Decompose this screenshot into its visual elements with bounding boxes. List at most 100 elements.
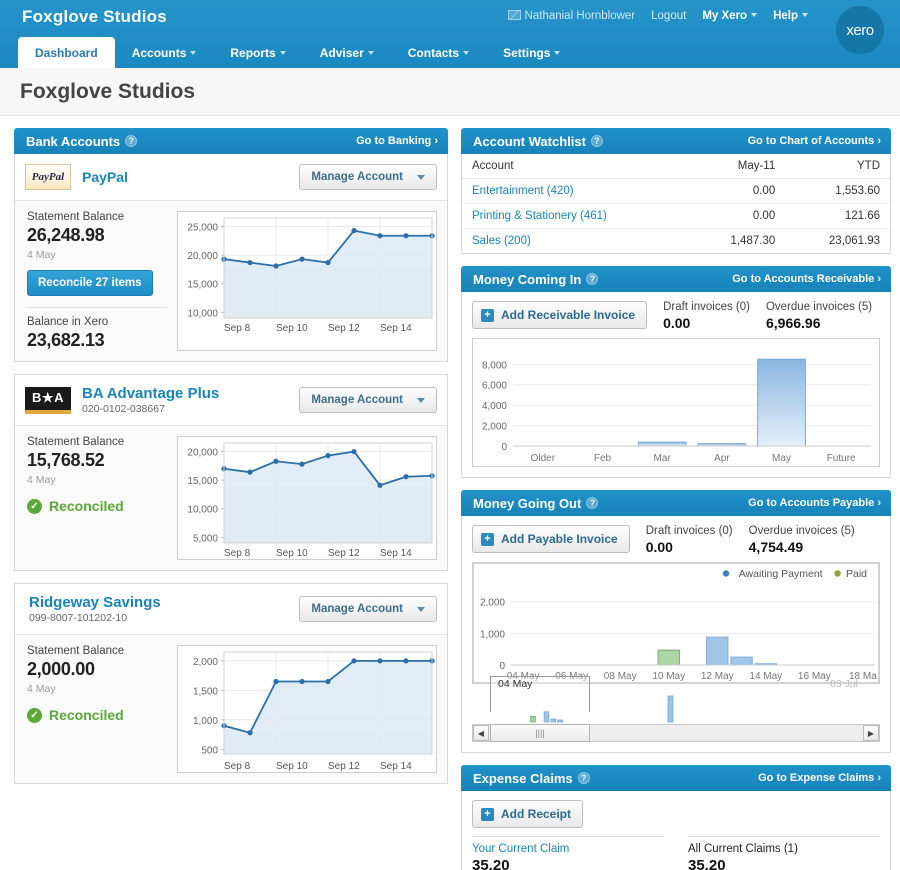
svg-text:2,000: 2,000 [193, 657, 218, 668]
tab-adviser[interactable]: Adviser [303, 37, 391, 68]
tab-reports[interactable]: Reports [213, 37, 302, 68]
top-bar: Foxglove Studios Nathanial Hornblower Lo… [0, 0, 900, 68]
statement-balance-label: Statement Balance [27, 645, 125, 657]
money-going-out-range-scroller[interactable]: 04 May 03 Jul ◀ ▶ |||| [472, 676, 880, 742]
expense-claims-actions: + Add Receipt [462, 791, 890, 836]
all-current-claims-label: All Current Claims (1) [688, 843, 798, 855]
column-header-ytd: YTD [785, 154, 890, 179]
dashboard-content: Bank Accounts ? Go to Banking › PayPal P… [0, 116, 900, 870]
go-to-banking-link[interactable]: Go to Banking › [356, 135, 438, 147]
bank-accounts-panel-header: Bank Accounts ? Go to Banking › [14, 128, 448, 154]
user-info: Nathanial Hornblower [507, 10, 636, 22]
left-column: Bank Accounts ? Go to Banking › PayPal P… [14, 128, 448, 870]
tab-dashboard[interactable]: Dashboard [18, 37, 115, 68]
add-receivable-invoice-button[interactable]: + Add Receivable Invoice [472, 301, 648, 329]
brand-title: Foxglove Studios [22, 7, 167, 26]
svg-text:16 May: 16 May [798, 671, 831, 682]
svg-text:0: 0 [499, 661, 505, 672]
scrollbar-thumb[interactable]: |||| [490, 724, 590, 742]
tab-settings[interactable]: Settings [486, 37, 577, 68]
your-current-claim-label[interactable]: Your Current Claim [472, 843, 664, 855]
money-coming-in-panel: Money Coming In ? Go to Accounts Receiva… [461, 266, 891, 478]
statement-balance-date: 4 May [27, 683, 56, 695]
help-icon[interactable]: ? [577, 772, 590, 784]
ba-advantage-sparkline-chart: 5,000 10,000 15,000 20,000 Sep 8 Sep 10 Sep 12… [177, 436, 437, 560]
statement-balance-date: 4 May [27, 474, 56, 486]
chevron-down-icon [802, 13, 808, 17]
svg-text:0: 0 [501, 442, 507, 453]
draft-invoices-stat: Draft invoices (0) 0.00 [663, 301, 750, 331]
watchlist-ytd-value: 1,553.60 [785, 178, 890, 204]
chevron-down-icon [751, 13, 758, 17]
chevron-down-icon [279, 51, 286, 55]
paypal-logo-icon: PayPal [25, 164, 71, 190]
tab-accounts[interactable]: Accounts [115, 37, 214, 68]
add-receipt-button[interactable]: + Add Receipt [472, 800, 584, 828]
help-icon[interactable]: ? [590, 135, 603, 147]
range-start-label: 04 May [498, 678, 533, 690]
bank-card-header: PayPal PayPal Manage Account [15, 154, 447, 201]
bank-stats: Statement Balance 2,000.00 4 May ✓ Recon… [25, 645, 167, 773]
plus-icon: + [481, 807, 494, 821]
tab-contacts[interactable]: Contacts [391, 37, 486, 68]
bank-identity: B★A BA Advantage Plus 020-0102-038667 [25, 385, 219, 415]
table-row: Sales (200) 1,487.30 23,061.93 [462, 229, 890, 254]
watchlist-table: Account May-11 YTD Entertainment (420) 0… [462, 154, 890, 253]
go-to-expense-claims-link[interactable]: Go to Expense Claims › [758, 772, 881, 784]
go-to-accounts-receivable-link[interactable]: Go to Accounts Receivable › [732, 273, 881, 285]
bank-stats: Statement Balance 26,248.98 4 May Reconc… [25, 211, 167, 351]
bank-account-name[interactable]: PayPal [82, 169, 128, 185]
watchlist-ytd-value: 23,061.93 [828, 235, 880, 247]
logout-link[interactable]: Logout [651, 10, 686, 22]
scroll-left-arrow-icon[interactable]: ◀ [473, 725, 489, 741]
svg-text:Sep 12: Sep 12 [328, 323, 360, 334]
go-to-accounts-payable-link[interactable]: Go to Accounts Payable › [748, 497, 881, 509]
bank-account-name[interactable]: Ridgeway Savings [29, 594, 161, 611]
help-menu[interactable]: Help [773, 10, 808, 22]
expense-claims-title: Expense Claims ? [473, 771, 590, 786]
reconcile-items-button[interactable]: Reconcile 27 items [27, 270, 153, 296]
overdue-invoices-stat: Overdue invoices (5) 4,754.49 [749, 525, 855, 555]
money-going-out-title: Money Going Out ? [473, 496, 599, 511]
money-coming-in-summary: + Add Receivable Invoice Draft invoices … [462, 292, 890, 338]
scroll-right-arrow-icon[interactable]: ▶ [863, 725, 879, 741]
xero-logo[interactable]: xero [836, 6, 884, 54]
watchlist-account-link[interactable]: Printing & Stationery (461) [462, 203, 690, 229]
xero-logo-text: xero [846, 21, 874, 39]
bank-account-card-ridgeway-savings: Ridgeway Savings 099-8007-101202-10 Mana… [14, 583, 448, 784]
manage-account-button-paypal[interactable]: Manage Account [299, 164, 437, 190]
chevron-down-icon [367, 51, 374, 55]
svg-text:20,000: 20,000 [187, 448, 218, 459]
watchlist-account-link[interactable]: Sales (200) [462, 229, 690, 254]
bank-account-name[interactable]: BA Advantage Plus [82, 385, 219, 402]
bank-accounts-title: Bank Accounts ? [26, 134, 138, 149]
add-payable-invoice-button[interactable]: + Add Payable Invoice [472, 525, 630, 553]
bank-accounts-list: PayPal PayPal Manage Account Statement B… [14, 154, 448, 784]
svg-text:4,000: 4,000 [482, 401, 507, 412]
user-name: Nathanial Hornblower [524, 10, 636, 22]
watchlist-account-link[interactable]: Entertainment (420) [462, 178, 690, 204]
svg-text:1,000: 1,000 [193, 716, 218, 727]
bank-card-header: B★A BA Advantage Plus 020-0102-038667 Ma… [15, 375, 447, 426]
manage-account-button-ba-advantage[interactable]: Manage Account [299, 387, 437, 413]
chevron-down-icon [554, 51, 561, 55]
help-icon[interactable]: ? [125, 135, 138, 147]
go-to-chart-of-accounts-link[interactable]: Go to Chart of Accounts › [748, 135, 881, 147]
your-current-claim-value: 35.20 [472, 857, 510, 870]
money-coming-in-chart: 0 2,000 4,000 6,000 8,000 Older Feb Mar Apr May Fu… [472, 338, 880, 467]
svg-text:20,000: 20,000 [187, 251, 218, 262]
svg-text:Awaiting Payment: Awaiting Payment [739, 568, 823, 580]
balance-in-xero-label: Balance in Xero [27, 316, 109, 328]
svg-text:Sep 14: Sep 14 [380, 323, 412, 334]
my-xero-menu[interactable]: My Xero [702, 10, 758, 22]
ba-bank-logo-icon: B★A [25, 386, 71, 414]
money-coming-in-body: + Add Receivable Invoice Draft invoices … [461, 292, 891, 478]
help-icon[interactable]: ? [586, 497, 599, 509]
manage-account-button-ridgeway-savings[interactable]: Manage Account [299, 596, 437, 622]
watchlist-period-value: 0.00 [689, 203, 786, 229]
plus-icon: + [481, 532, 494, 546]
svg-text:Feb: Feb [594, 453, 612, 464]
help-icon[interactable]: ? [586, 273, 599, 285]
main-nav-tabs: Dashboard Accounts Reports Adviser Conta… [18, 37, 577, 68]
bank-card-body: Statement Balance 26,248.98 4 May Reconc… [15, 201, 447, 361]
